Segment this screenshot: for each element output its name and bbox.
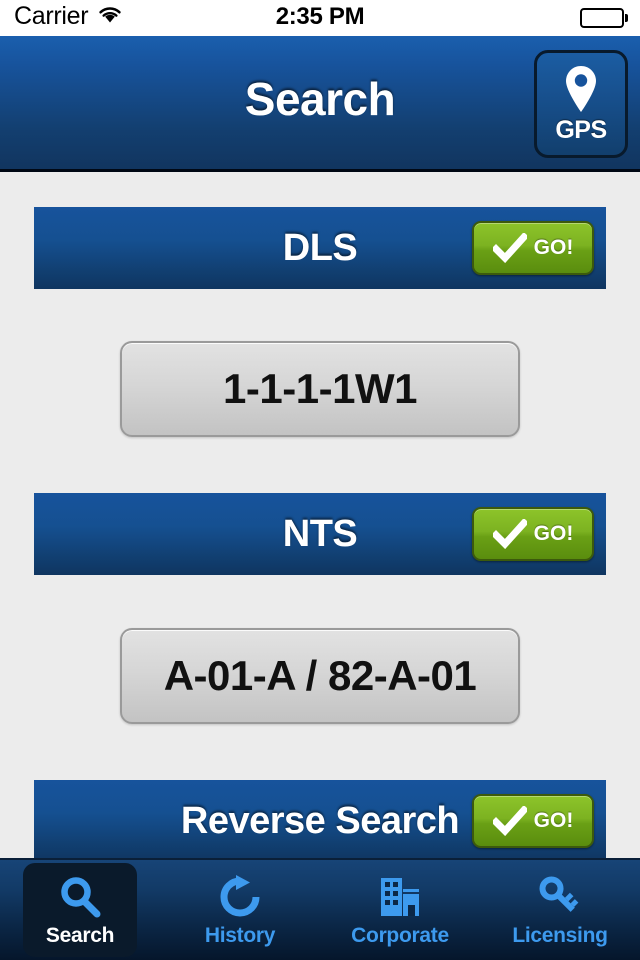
section-title: Reverse Search bbox=[180, 799, 460, 842]
tab-label: History bbox=[204, 923, 276, 947]
tab-bar: Search History Corporate Licensing bbox=[0, 858, 640, 960]
tab-history[interactable]: History bbox=[160, 860, 320, 960]
tab-label: Licensing bbox=[512, 923, 608, 947]
gps-button[interactable]: GPS bbox=[534, 50, 628, 158]
refresh-arrow-icon bbox=[216, 873, 264, 921]
map-pin-icon bbox=[561, 64, 601, 114]
checkmark-icon bbox=[492, 806, 527, 836]
tab-label: Corporate bbox=[351, 923, 449, 947]
tab-label: Search bbox=[45, 923, 115, 947]
navigation-bar: Search GPS bbox=[0, 36, 640, 172]
magnifier-icon bbox=[56, 873, 104, 921]
go-button-dls[interactable]: GO! bbox=[472, 221, 594, 275]
main-content: DLS GO! 1-1-1-1W1 NTS GO! A-01-A / 82-A-… bbox=[0, 175, 640, 862]
tab-licensing[interactable]: Licensing bbox=[480, 860, 640, 960]
section-header-nts[interactable]: NTS GO! bbox=[34, 493, 606, 575]
section-title: NTS bbox=[282, 512, 358, 555]
checkmark-icon bbox=[492, 519, 527, 549]
clock-label: 2:35 PM bbox=[275, 3, 365, 30]
dls-value-field[interactable]: 1-1-1-1W1 bbox=[120, 341, 520, 437]
battery-cap bbox=[625, 14, 628, 22]
dls-value: 1-1-1-1W1 bbox=[223, 365, 417, 412]
go-button-nts[interactable]: GO! bbox=[472, 507, 594, 561]
section-title: DLS bbox=[282, 226, 358, 269]
buildings-icon bbox=[376, 873, 424, 921]
checkmark-icon bbox=[492, 233, 527, 263]
nts-value: A-01-A / 82-A-01 bbox=[163, 652, 477, 699]
section-header-dls[interactable]: DLS GO! bbox=[34, 207, 606, 289]
gps-button-label: GPS bbox=[555, 115, 607, 144]
tab-corporate[interactable]: Corporate bbox=[320, 860, 480, 960]
nts-value-field[interactable]: A-01-A / 82-A-01 bbox=[120, 628, 520, 724]
go-button-label: GO! bbox=[533, 809, 574, 832]
go-button-label: GO! bbox=[533, 236, 574, 259]
key-icon bbox=[536, 873, 584, 921]
go-button-reverse-search[interactable]: GO! bbox=[472, 794, 594, 848]
battery-full-icon bbox=[579, 8, 624, 28]
section-header-reverse-search[interactable]: Reverse Search GO! bbox=[34, 780, 606, 862]
app-root: Carrier 2:35 PM Search GPS DLS GO! 1-1-1… bbox=[0, 0, 640, 960]
go-button-label: GO! bbox=[533, 522, 574, 545]
tab-search[interactable]: Search bbox=[0, 860, 160, 960]
status-bar: Carrier 2:35 PM bbox=[0, 0, 640, 36]
battery-indicator bbox=[579, 8, 628, 28]
